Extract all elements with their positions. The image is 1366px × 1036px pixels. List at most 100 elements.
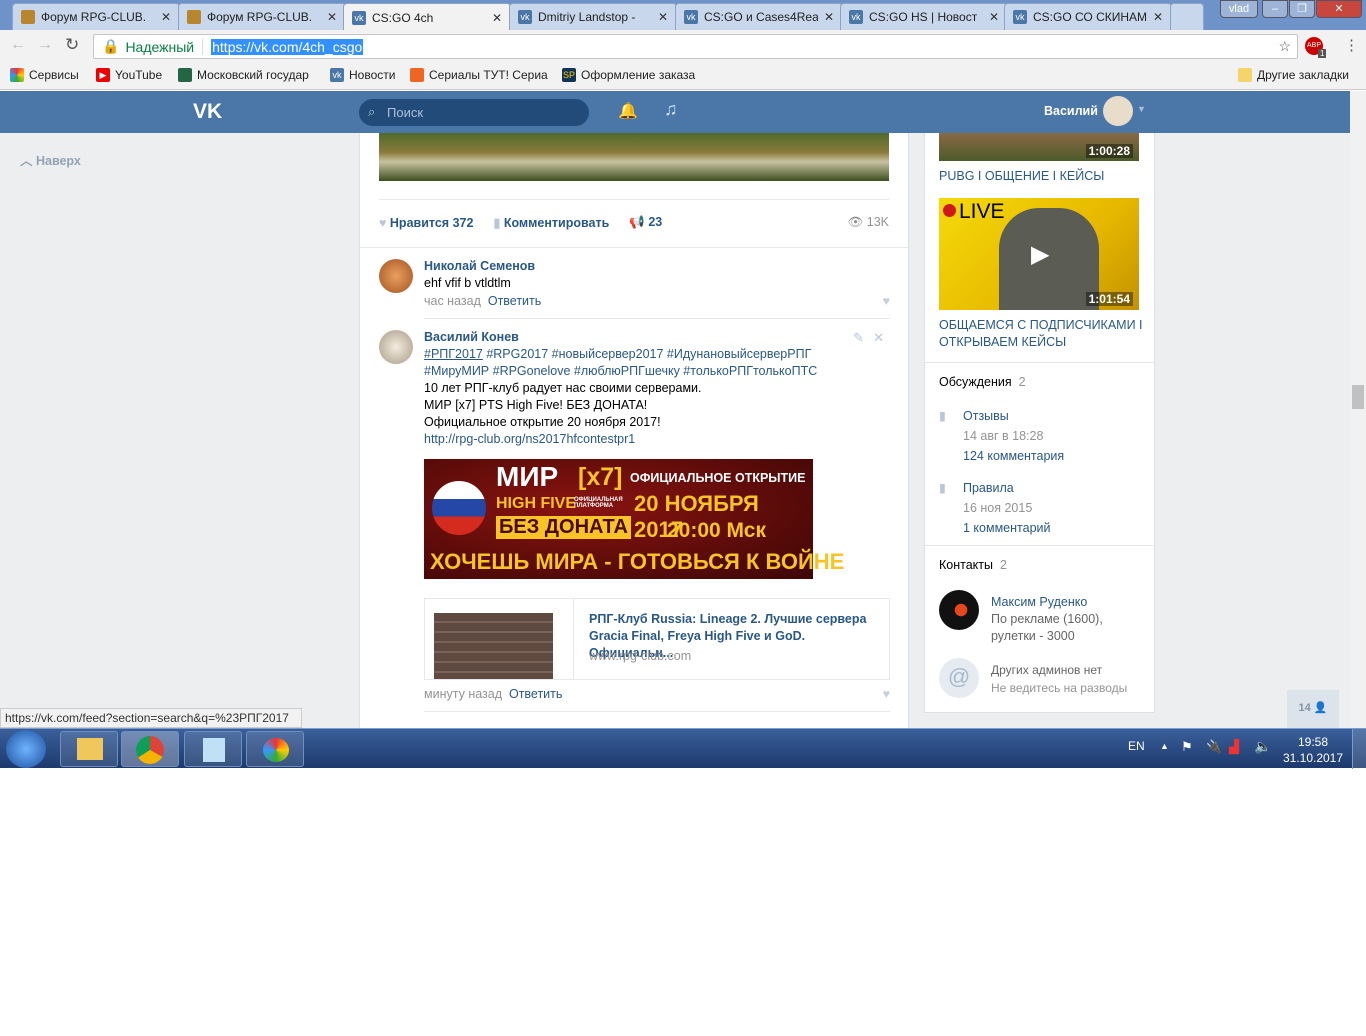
tab-csgo-hs[interactable]: vk CS:GO HS | Новост ✕ <box>840 3 1008 30</box>
menu-icon[interactable]: ⋮ <box>1344 36 1359 54</box>
volume-icon[interactable]: 🔈 <box>1254 738 1271 755</box>
vk-favicon-icon: vk <box>352 10 366 25</box>
comment-button[interactable]: ▮ Комментировать <box>493 215 609 230</box>
explorer-taskbar-button[interactable] <box>60 731 118 767</box>
bookmark-moscow[interactable]: Московский государ <box>178 68 309 82</box>
heart-icon[interactable]: ♥ <box>883 293 890 310</box>
hashtag-link[interactable]: #РПГ2017 <box>424 347 483 361</box>
discussion-item[interactable]: ▮ Отзывы 14 авг в 18:28 124 комментария <box>939 406 1064 466</box>
url-input[interactable]: https://vk.com/4ch_csgo <box>211 38 364 55</box>
bookmark-services[interactable]: Сервисы <box>10 68 79 82</box>
vk-favicon-icon: vk <box>684 10 698 24</box>
paint-taskbar-button[interactable] <box>246 731 304 767</box>
taskbar: EN ▲ ⚑ 🔌 ▟ 🔈 19:58 31.10.2017 <box>0 728 1366 769</box>
chrome-taskbar-button[interactable] <box>121 731 179 767</box>
tab-cases4real[interactable]: vk CS:GO и Cases4Rea ✕ <box>675 3 843 30</box>
commenter-avatar[interactable] <box>379 330 413 364</box>
minimize-button[interactable]: – <box>1262 0 1288 18</box>
notepad-taskbar-button[interactable] <box>184 731 242 767</box>
tab-rpg-forum-1[interactable]: Форум RPG-CLUB. ✕ <box>12 3 180 30</box>
external-link[interactable]: http://rpg-club.org/ns2017hfcontestpr1 <box>424 431 890 448</box>
tab-csgo-4ch[interactable]: vk CS:GO 4ch ✕ <box>343 3 511 31</box>
reply-button[interactable]: Ответить <box>509 687 562 701</box>
start-button[interactable] <box>6 730 46 768</box>
contact-item: Других админов нет Не ведитесь на развод… <box>991 663 1128 695</box>
close-icon[interactable]: ✕ <box>161 10 171 24</box>
comment-time[interactable]: час назад <box>424 294 481 308</box>
music-icon[interactable]: ♫ <box>664 99 678 120</box>
promo-banner[interactable]: МИР [x7] HIGH FIVE ОФИЦИАЛЬНАЯ ПЛАТФОРМА… <box>424 459 844 579</box>
video-title[interactable]: ОБЩАЕМСЯ С ПОДПИСЧИКАМИ I ОТКРЫВАЕМ КЕЙС… <box>939 317 1144 351</box>
hashtags[interactable]: #МируМИР #RPGonelove #люблюРПГшечку #тол… <box>424 363 890 380</box>
bookmark-order[interactable]: SP Оформление заказа <box>562 68 695 82</box>
comment-author[interactable]: Василий Конев <box>424 330 890 344</box>
user-avatar[interactable] <box>1103 96 1133 126</box>
play-icon[interactable]: ▶ <box>1031 240 1049 269</box>
tab-rpg-forum-2[interactable]: Форум RPG-CLUB. ✕ <box>178 3 346 30</box>
language-indicator[interactable]: EN <box>1128 739 1145 753</box>
back-to-top-button[interactable]: ︿ Наверх <box>20 150 81 169</box>
close-window-button[interactable]: ✕ <box>1316 0 1362 18</box>
link-card[interactable]: РПГ-Клуб Russia: Lineage 2. Лучшие серве… <box>424 598 890 680</box>
reply-button[interactable]: Ответить <box>488 294 541 308</box>
close-icon[interactable]: ✕ <box>1153 10 1163 24</box>
hashtags[interactable]: #RPG2017 #новыйсервер2017 #Идунановыйсер… <box>483 347 811 361</box>
bookmark-serials[interactable]: Сериалы ТУТ! Сериа <box>410 68 548 82</box>
vk-logo[interactable]: VK <box>193 100 222 124</box>
bell-icon[interactable]: 🔔 <box>618 101 638 121</box>
tab-dmitriy[interactable]: vk Dmitriy Landstop - ✕ <box>509 3 677 30</box>
network-icon[interactable]: ▟ <box>1229 739 1239 755</box>
contact-avatar[interactable] <box>939 590 979 630</box>
contact-item[interactable]: Максим Руденко По рекламе (1600), рулетк… <box>991 594 1141 645</box>
scrollbar[interactable] <box>1350 91 1366 728</box>
tab-csgo-skins[interactable]: vk CS:GO СО СКИНАМ ✕ <box>1004 3 1172 30</box>
omnibox[interactable]: 🔒 Надежный https://vk.com/4ch_csgo ☆ <box>93 34 1298 59</box>
bookmark-other[interactable]: Другие закладки <box>1238 68 1349 82</box>
comment-line: 10 лет РПГ-клуб радует нас своими сервер… <box>424 381 702 395</box>
contacts-header[interactable]: Контакты 2 <box>939 558 1007 572</box>
star-icon[interactable]: ☆ <box>1278 38 1291 55</box>
heart-icon[interactable]: ♥ <box>883 686 890 703</box>
tray-expand-icon[interactable]: ▲ <box>1160 741 1169 751</box>
commenter-avatar[interactable] <box>379 259 413 293</box>
banner-text: БЕЗ ДОНАТА <box>496 516 631 539</box>
show-desktop-button[interactable] <box>1352 729 1366 769</box>
comment-time[interactable]: минуту назад <box>424 687 502 701</box>
share-button[interactable]: 📢 23 <box>629 215 662 230</box>
comment: Василий Конев ✎ ✕ #РПГ2017 #RPG2017 #нов… <box>424 330 890 448</box>
clock[interactable]: 19:58 31.10.2017 <box>1280 734 1346 766</box>
bookmark-news[interactable]: vk Новости <box>330 68 395 82</box>
online-friends-button[interactable]: 14 👤 <box>1287 690 1339 728</box>
delete-icon[interactable]: ✕ <box>873 330 884 346</box>
bookmark-youtube[interactable]: ▶ YouTube <box>96 68 162 82</box>
maximize-button[interactable]: ❐ <box>1289 0 1315 18</box>
close-icon[interactable]: ✕ <box>658 10 668 24</box>
edit-icon[interactable]: ✎ <box>853 330 864 346</box>
discussion-item[interactable]: ▮ Правила 16 ноя 2015 1 комментарий <box>939 478 1050 538</box>
chevron-down-icon[interactable]: ▼ <box>1137 104 1146 114</box>
like-button[interactable]: ♥ Нравится 372 <box>379 216 473 230</box>
close-icon[interactable]: ✕ <box>824 10 834 24</box>
comment-icon: ▮ <box>493 216 501 230</box>
close-icon[interactable]: ✕ <box>327 10 337 24</box>
discussions-header[interactable]: Обсуждения 2 <box>939 375 1026 389</box>
reload-icon[interactable]: ↻ <box>65 35 79 55</box>
close-icon[interactable]: ✕ <box>989 10 999 24</box>
user-name[interactable]: Василий <box>1044 104 1098 118</box>
lock-icon: 🔒 <box>102 38 120 54</box>
forward-icon[interactable]: → <box>37 36 53 54</box>
back-icon[interactable]: ← <box>10 36 26 54</box>
video-title[interactable]: PUBG I ОБЩЕНИЕ I КЕЙСЫ <box>939 169 1104 183</box>
close-icon[interactable]: ✕ <box>492 11 502 25</box>
new-tab-button[interactable] <box>1170 3 1204 30</box>
post-image[interactable] <box>379 133 889 181</box>
video-thumbnail[interactable]: 1:00:28 <box>939 133 1139 161</box>
vk-favicon-icon: vk <box>849 10 863 24</box>
search-input[interactable]: ⌕ Поиск <box>359 99 589 126</box>
power-icon[interactable]: 🔌 <box>1206 739 1222 755</box>
scrollbar-thumb[interactable] <box>1352 385 1364 409</box>
profile-button[interactable]: vlad <box>1220 0 1258 18</box>
comment-author[interactable]: Николай Семенов <box>424 259 890 273</box>
video-thumbnail[interactable]: LIVE ▶ 1:01:54 <box>939 198 1139 310</box>
action-center-icon[interactable]: ⚑ <box>1181 739 1193 755</box>
